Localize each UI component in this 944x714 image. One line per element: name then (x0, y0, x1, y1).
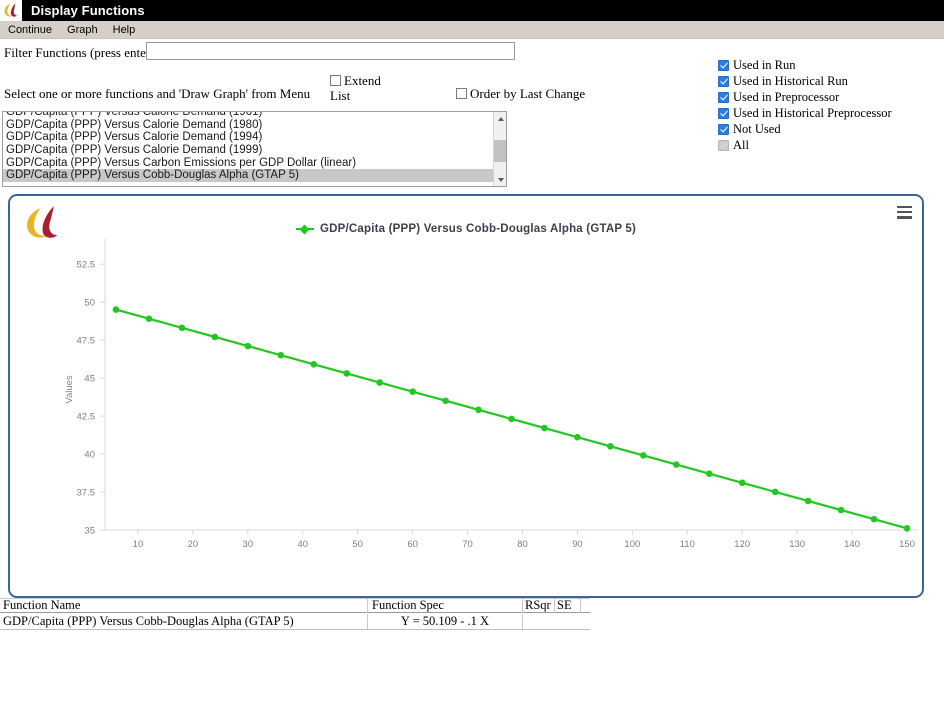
svg-text:40: 40 (84, 450, 95, 461)
usage-filter-used-in-run[interactable]: Used in Run (718, 58, 940, 74)
svg-text:110: 110 (680, 539, 695, 550)
usage-filter-used-in-historical-run[interactable]: Used in Historical Run (718, 74, 940, 90)
window-title-bar: Display Functions (0, 0, 944, 21)
order-by-last-change-label: Order by Last Change (470, 86, 586, 101)
list-item[interactable]: GDP/Capita (PPP) Versus Calorie Demand (… (3, 119, 494, 132)
list-item-selected[interactable]: GDP/Capita (PPP) Versus Cobb-Douglas Alp… (3, 169, 494, 183)
column-header-function-spec: Function Spec (368, 598, 523, 613)
svg-text:140: 140 (844, 539, 860, 550)
menu-item-continue[interactable]: Continue (1, 23, 59, 37)
svg-text:60: 60 (407, 539, 418, 550)
used-in-run-checkbox[interactable] (718, 60, 729, 71)
line-chart-plot: 35 37.5 40 42.5 45 47.5 50 52.5 10 20 30 40 50 60 70 80… (64, 239, 918, 550)
function-list-scrollbar[interactable] (493, 112, 506, 186)
order-by-last-change-checkbox[interactable] (456, 88, 467, 99)
column-header-function-name: Function Name (0, 598, 368, 613)
svg-text:130: 130 (789, 539, 805, 550)
list-item[interactable]: GDP/Capita (PPP) Versus Calorie Demand (… (3, 144, 494, 157)
svg-text:70: 70 (462, 539, 473, 550)
filter-label: Filter Functions (press enter): (4, 45, 159, 60)
svg-text:37.5: 37.5 (77, 488, 96, 499)
all-label: All (733, 138, 749, 152)
extend-list-option[interactable]: Extend List (330, 73, 392, 103)
svg-text:Values: Values (64, 375, 75, 404)
svg-text:150: 150 (899, 539, 915, 550)
svg-text:50: 50 (84, 298, 95, 309)
list-item[interactable]: GDP/Capita (PPP) Versus Calorie Demand (… (3, 131, 494, 144)
used-in-preprocessor-label: Used in Preprocessor (733, 90, 840, 104)
svg-text:35: 35 (84, 526, 95, 537)
used-in-historical-preprocessor-label: Used in Historical Preprocessor (733, 106, 892, 120)
function-result-table: Function Name Function Spec RSqr SE GDP/… (0, 598, 590, 630)
svg-text:80: 80 (517, 539, 528, 550)
svg-text:20: 20 (188, 539, 199, 550)
usage-filter-group: Used in Run Used in Historical Run Used … (718, 58, 940, 154)
svg-text:120: 120 (734, 539, 750, 550)
svg-text:47.5: 47.5 (77, 336, 96, 347)
svg-text:40: 40 (297, 539, 308, 550)
not-used-checkbox[interactable] (718, 124, 729, 135)
svg-text:10: 10 (133, 539, 144, 550)
filter-row: Filter Functions (press enter): (0, 42, 700, 64)
cell-function-name: GDP/Capita (PPP) Versus Cobb-Douglas Alp… (0, 613, 368, 629)
extend-list-label-line2: List (330, 88, 351, 103)
chevron-down-icon[interactable] (494, 173, 506, 186)
used-in-historical-run-checkbox[interactable] (718, 76, 729, 87)
used-in-run-label: Used in Run (733, 58, 796, 72)
usage-filter-used-in-preprocessor[interactable]: Used in Preprocessor (718, 90, 940, 106)
cell-function-spec: Y = 50.109 - .1 X (368, 613, 523, 629)
extend-list-label-line1: Extend (344, 73, 381, 88)
list-item[interactable]: GDP/Capita (PPP) Versus Calorie Demand (… (3, 112, 494, 119)
chevron-up-icon[interactable] (494, 112, 506, 125)
used-in-historical-preprocessor-checkbox[interactable] (718, 108, 729, 119)
column-header-se: SE (555, 598, 581, 613)
filter-functions-input[interactable] (146, 42, 515, 60)
scrollbar-thumb[interactable] (494, 140, 506, 162)
used-in-preprocessor-checkbox[interactable] (718, 92, 729, 103)
window-title: Display Functions (31, 3, 145, 18)
usage-filter-used-in-historical-preprocessor[interactable]: Used in Historical Preprocessor (718, 106, 940, 122)
all-checkbox[interactable] (718, 140, 729, 151)
extend-list-checkbox[interactable] (330, 75, 341, 86)
used-in-historical-run-label: Used in Historical Run (733, 74, 848, 88)
svg-text:42.5: 42.5 (77, 412, 96, 423)
menu-bar: Continue Graph Help (0, 21, 944, 39)
svg-text:30: 30 (243, 539, 254, 550)
not-used-label: Not Used (733, 122, 781, 136)
svg-text:45: 45 (84, 374, 95, 385)
flame-logo-icon (0, 0, 22, 21)
chart-panel: GDP/Capita (PPP) Versus Cobb-Douglas Alp… (8, 194, 924, 598)
usage-filter-all[interactable]: All (718, 138, 940, 154)
usage-filter-not-used[interactable]: Not Used (718, 122, 940, 138)
function-list[interactable]: GDP/Capita (PPP) Versus Calorie Demand (… (2, 111, 507, 187)
svg-text:90: 90 (572, 539, 583, 550)
list-item[interactable]: GDP/Capita (PPP) Versus Carbon Emissions… (3, 157, 494, 170)
order-by-last-change-option[interactable]: Order by Last Change (456, 86, 585, 102)
selection-instruction-label: Select one or more functions and 'Draw G… (4, 86, 311, 101)
table-header-row: Function Name Function Spec RSqr SE (0, 598, 590, 613)
svg-text:50: 50 (352, 539, 363, 550)
svg-text:52.5: 52.5 (77, 260, 96, 271)
column-header-rsqr: RSqr (523, 598, 555, 613)
svg-text:100: 100 (624, 539, 640, 550)
table-row[interactable]: GDP/Capita (PPP) Versus Cobb-Douglas Alp… (0, 613, 590, 630)
menu-item-graph[interactable]: Graph (60, 23, 105, 37)
menu-item-help[interactable]: Help (106, 23, 143, 37)
